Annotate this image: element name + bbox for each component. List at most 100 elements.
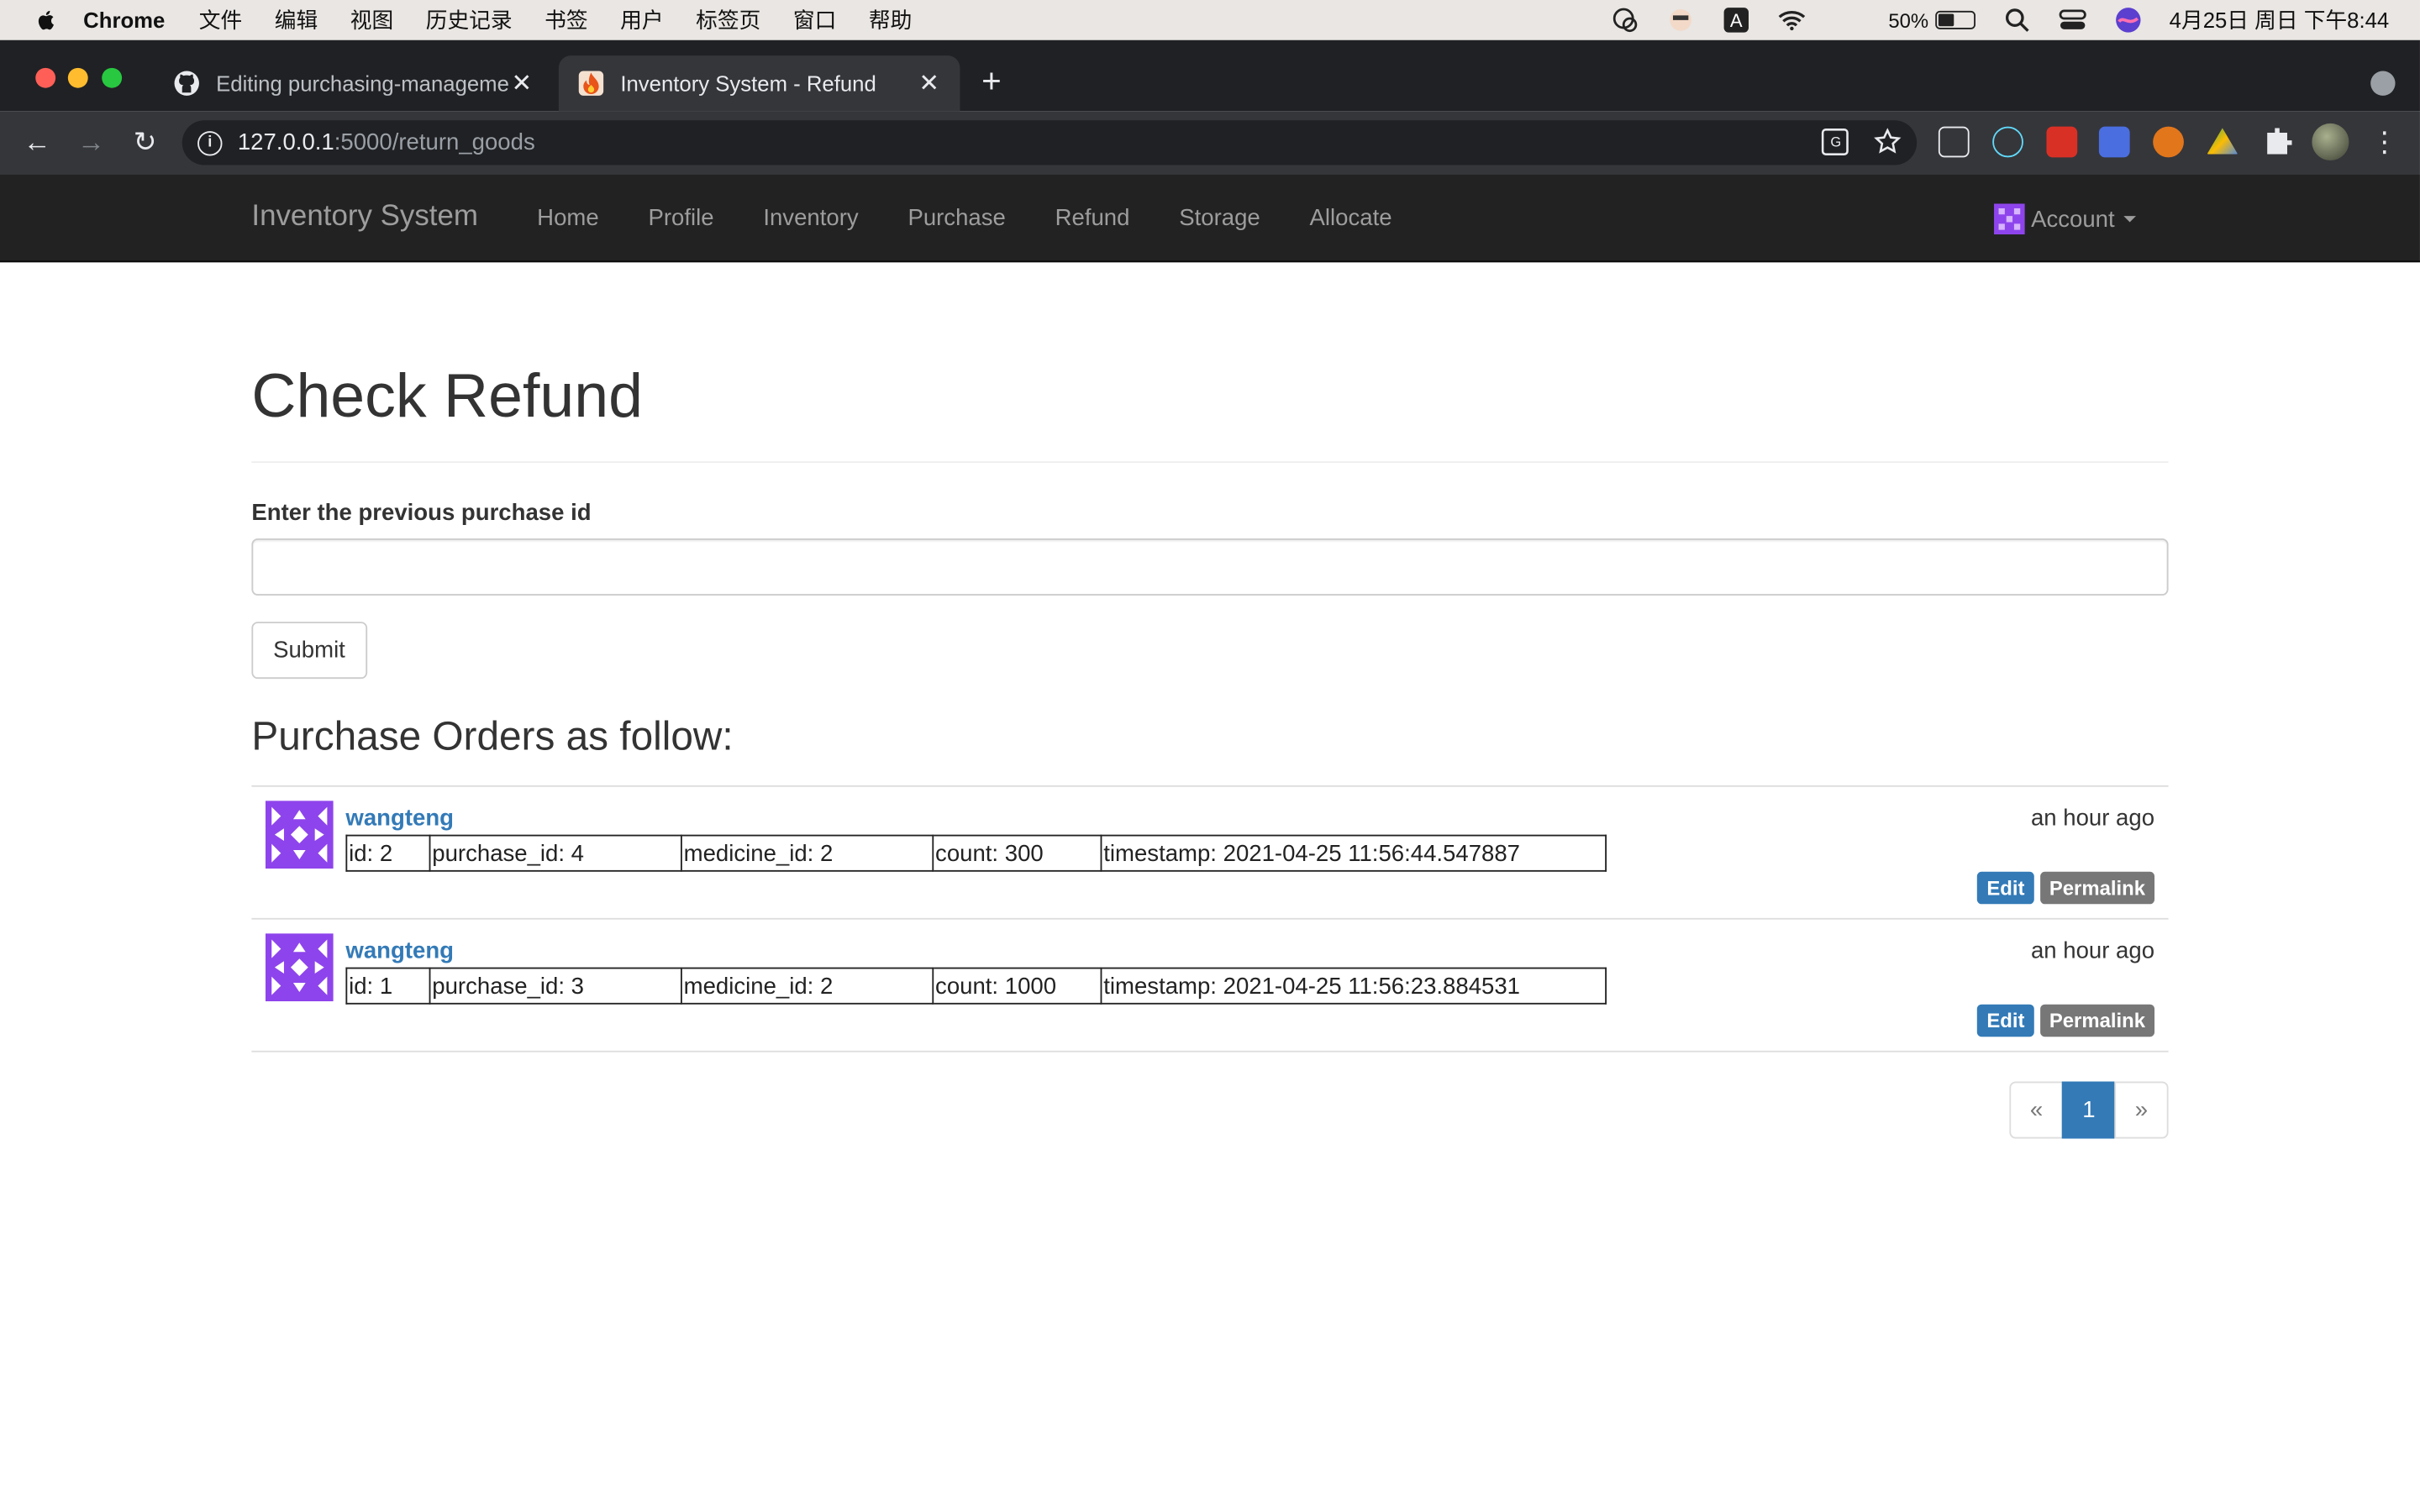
tab-search-chevron-icon[interactable] xyxy=(2370,71,2396,96)
nav-link-refund[interactable]: Refund xyxy=(1055,205,1130,231)
submit-button[interactable]: Submit xyxy=(251,622,367,680)
extension-reader-icon[interactable] xyxy=(1938,126,1970,158)
menu-history[interactable]: 历史记录 xyxy=(426,5,513,36)
macos-menu-bar: Chrome 文件 编辑 视图 历史记录 书签 用户 标签页 窗口 帮助 A 5… xyxy=(0,0,2420,40)
apple-icon[interactable] xyxy=(34,8,58,32)
browser-tab-inventory[interactable]: Inventory System - Refund ✕ xyxy=(558,55,960,112)
siri-icon[interactable] xyxy=(2114,6,2142,34)
user-avatar[interactable] xyxy=(265,933,334,1002)
menu-bar-clock[interactable]: 4月25日 周日 下午8:44 xyxy=(2170,5,2390,36)
account-dropdown[interactable]: Account xyxy=(1994,203,2137,235)
pagination-next[interactable]: » xyxy=(2114,1081,2169,1139)
nav-link-purchase[interactable]: Purchase xyxy=(908,205,1005,231)
purchase-id-label: Enter the previous purchase id xyxy=(251,500,592,527)
menu-bookmarks[interactable]: 书签 xyxy=(544,5,587,36)
purchase-id-input[interactable] xyxy=(251,538,2169,596)
page-title: Check Refund xyxy=(251,362,643,431)
menu-edit[interactable]: 编辑 xyxy=(275,5,318,36)
tab-close-icon[interactable]: ✕ xyxy=(509,68,534,99)
order-details-table: id: 2 purchase_id: 4 medicine_id: 2 coun… xyxy=(345,834,1607,872)
nav-link-home[interactable]: Home xyxy=(537,205,598,231)
extensions-puzzle-icon[interactable] xyxy=(2267,128,2292,155)
nav-link-inventory[interactable]: Inventory xyxy=(763,205,858,231)
site-info-icon[interactable]: i xyxy=(197,130,223,155)
extension-react-icon[interactable] xyxy=(1992,126,2023,158)
list-item: wangteng an hour ago id: 2 purchase_id: … xyxy=(251,787,2169,920)
orders-section-title: Purchase Orders as follow: xyxy=(251,712,734,759)
nav-link-allocate[interactable]: Allocate xyxy=(1310,205,1392,231)
orders-list: wangteng an hour ago id: 2 purchase_id: … xyxy=(251,785,2169,1053)
back-arrow-icon[interactable]: ← xyxy=(22,127,53,158)
character-app-icon[interactable] xyxy=(1666,6,1694,34)
extension-google-drive-icon[interactable] xyxy=(2207,128,2238,155)
menu-window[interactable]: 窗口 xyxy=(793,5,836,36)
extension-metamask-fox-icon[interactable] xyxy=(2153,126,2184,158)
profile-avatar[interactable] xyxy=(2312,123,2349,161)
translate-icon[interactable]: G xyxy=(1821,128,1849,155)
list-item: wangteng an hour ago id: 1 purchase_id: … xyxy=(251,920,2169,1053)
address-bar[interactable]: i 127.0.0.1:5000/return_goods G xyxy=(182,120,1918,165)
nav-link-storage[interactable]: Storage xyxy=(1179,205,1260,231)
control-center-icon[interactable] xyxy=(2058,6,2086,34)
do-not-disturb-moon-icon[interactable] xyxy=(1833,6,1860,34)
battery-icon xyxy=(1934,10,1975,29)
cell-medicine-id: medicine_id: 2 xyxy=(680,834,934,872)
battery-status[interactable]: 50% xyxy=(1888,8,1975,32)
permalink-button[interactable]: Permalink xyxy=(2039,871,2155,905)
pagination: « 1 » xyxy=(2009,1081,2169,1139)
caret-down-icon xyxy=(2123,216,2137,223)
bookmark-star-icon[interactable] xyxy=(1874,128,1902,155)
permalink-button[interactable]: Permalink xyxy=(2039,1004,2155,1037)
nav-link-profile[interactable]: Profile xyxy=(648,205,713,231)
tab-title: Editing purchasing-manageme xyxy=(216,71,509,96)
menu-file[interactable]: 文件 xyxy=(199,5,242,36)
user-avatar[interactable] xyxy=(265,801,334,869)
account-label: Account xyxy=(2031,206,2115,233)
battery-fill xyxy=(1938,13,1954,27)
edit-button[interactable]: Edit xyxy=(1977,871,2034,905)
chrome-menu-kebab-icon[interactable]: ⋮ xyxy=(2369,127,2400,158)
app-navbar: Inventory System Home Profile Inventory … xyxy=(0,174,2420,263)
cell-purchase-id: purchase_id: 3 xyxy=(429,967,682,1005)
cell-count: count: 1000 xyxy=(932,967,1102,1005)
wifi-icon[interactable] xyxy=(1777,6,1805,34)
menu-app-name[interactable]: Chrome xyxy=(83,8,165,32)
window-close-button[interactable] xyxy=(35,67,56,88)
pagination-prev[interactable]: « xyxy=(2009,1081,2064,1139)
extension-pickaxe-icon[interactable] xyxy=(2046,126,2078,158)
page-header-divider xyxy=(251,461,2169,464)
edit-button[interactable]: Edit xyxy=(1977,1004,2034,1037)
order-author-link[interactable]: wangteng xyxy=(345,938,454,964)
menu-help[interactable]: 帮助 xyxy=(869,5,912,36)
cell-purchase-id: purchase_id: 4 xyxy=(429,834,682,872)
svg-text:G: G xyxy=(1830,134,1841,150)
forward-arrow-icon[interactable]: → xyxy=(76,127,107,158)
menu-tabs[interactable]: 标签页 xyxy=(696,5,760,36)
input-method-icon[interactable]: A xyxy=(1722,6,1749,34)
url-host: 127.0.0.1 xyxy=(237,129,334,156)
flame-icon xyxy=(578,71,604,96)
cell-timestamp: timestamp: 2021-04-25 11:56:23.884531 xyxy=(1100,967,1607,1005)
navbar-brand[interactable]: Inventory System xyxy=(251,201,478,234)
order-author-link[interactable]: wangteng xyxy=(345,806,454,832)
tab-title: Inventory System - Refund xyxy=(620,71,876,96)
window-zoom-button[interactable] xyxy=(102,67,123,88)
spotlight-search-icon[interactable] xyxy=(2002,6,2030,34)
browser-tab-strip: Editing purchasing-manageme ✕ Inventory … xyxy=(0,39,2420,112)
menu-view[interactable]: 视图 xyxy=(350,5,393,36)
new-tab-plus-icon[interactable]: + xyxy=(981,64,1002,98)
window-minimize-button[interactable] xyxy=(67,67,88,88)
menu-profiles[interactable]: 用户 xyxy=(620,5,663,36)
tab-close-icon[interactable]: ✕ xyxy=(917,68,941,99)
order-timestamp: an hour ago xyxy=(2030,805,2155,832)
url-path: :5000/return_goods xyxy=(334,129,535,156)
reload-icon[interactable]: ↻ xyxy=(129,127,160,158)
wechat-icon[interactable] xyxy=(1611,6,1639,34)
extension-jh-icon[interactable] xyxy=(2098,126,2130,158)
table-row: id: 1 purchase_id: 3 medicine_id: 2 coun… xyxy=(345,967,1607,1005)
cell-timestamp: timestamp: 2021-04-25 11:56:44.547887 xyxy=(1100,834,1607,872)
table-row: id: 2 purchase_id: 4 medicine_id: 2 coun… xyxy=(345,834,1607,872)
pagination-page-1[interactable]: 1 xyxy=(2061,1081,2117,1139)
browser-tab-github[interactable]: Editing purchasing-manageme ✕ xyxy=(155,55,553,111)
page-content: Check Refund Enter the previous purchase… xyxy=(251,262,2169,1139)
